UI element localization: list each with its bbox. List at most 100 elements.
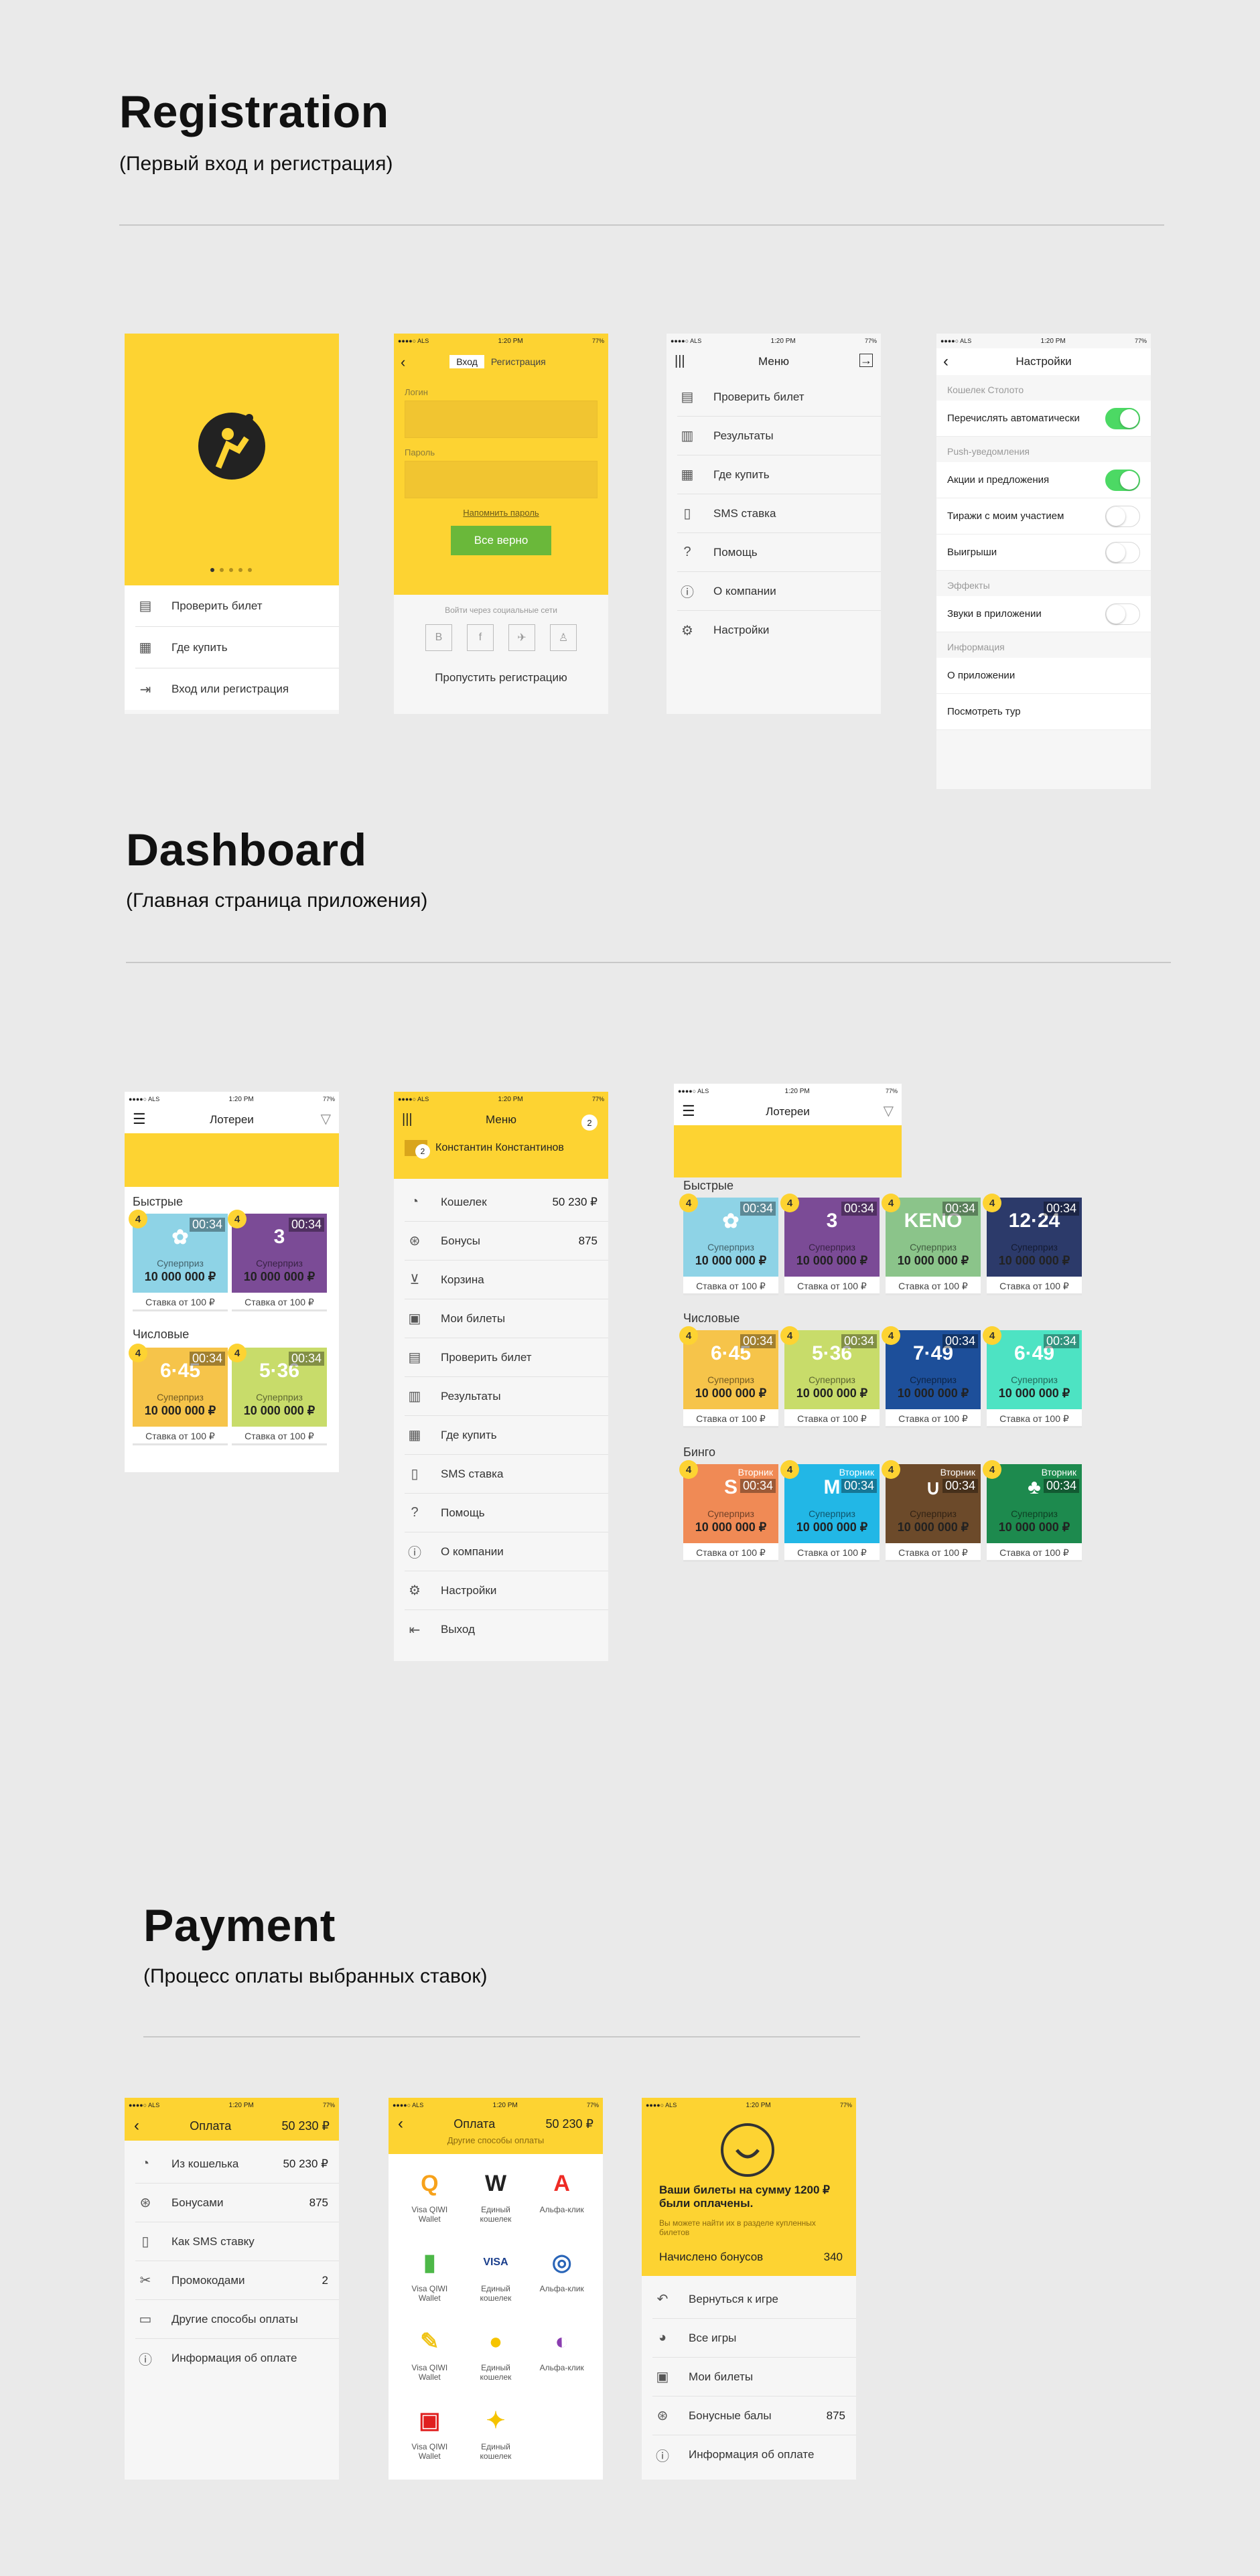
lottery-card[interactable]: ∪ Вторник 00:34 4 Суперприз 10 000 000 ₽ Ставк…: [882, 1460, 981, 1563]
bet-button[interactable]: Ставка от 100 ₽: [784, 1277, 880, 1295]
lottery-card[interactable]: 6·45 00:34 4 Суперприз 10 000 000 ₽ Ставка от…: [679, 1326, 778, 1429]
bet-button[interactable]: Ставка от 100 ₽: [133, 1293, 228, 1311]
menu-row[interactable]: ▣ Мои билеты: [405, 1299, 608, 1338]
menu-row[interactable]: ? Помощь: [405, 1494, 608, 1532]
hamburger-icon[interactable]: ☰: [133, 1111, 146, 1128]
login-field[interactable]: [405, 401, 598, 438]
lottery-card[interactable]: ✿ 00:34 4 Суперприз 10 000 000 ₽ Ставка от 10…: [679, 1194, 778, 1297]
filter-icon[interactable]: ▽: [321, 1111, 331, 1127]
menu-row[interactable]: ▦ Где купить: [677, 455, 881, 494]
lottery-card[interactable]: 5·36 00:34 4 Суперприз 10 000 000 ₽ Ставка от…: [780, 1326, 880, 1429]
bet-button[interactable]: Ставка от 100 ₽: [886, 1409, 981, 1428]
tour-row[interactable]: Посмотреть тур: [936, 694, 1151, 730]
hamburger-icon[interactable]: ☰: [682, 1102, 695, 1120]
bet-button[interactable]: Ставка от 100 ₽: [133, 1427, 228, 1445]
bet-button[interactable]: Ставка от 100 ₽: [886, 1277, 981, 1295]
banner[interactable]: [125, 1133, 339, 1187]
menu-row[interactable]: ⊛ Бонусами 875: [135, 2184, 339, 2222]
payment-method[interactable]: ✎ Visa QIWI Wallet: [397, 2317, 463, 2396]
bet-button[interactable]: Ставка от 100 ₽: [784, 1543, 880, 1562]
menu-row[interactable]: ▣ Мои билеты: [652, 2358, 856, 2396]
menu-row[interactable]: ▯ Как SMS ставку: [135, 2222, 339, 2261]
menu-row[interactable]: ⓘ Информация об оплате: [652, 2435, 856, 2474]
menu-row[interactable]: ✂ Промокодами 2: [135, 2261, 339, 2300]
promo-toggle[interactable]: [1105, 469, 1140, 491]
menu-row[interactable]: ▤ Проверить билет: [405, 1338, 608, 1377]
lottery-card[interactable]: 7·49 00:34 4 Суперприз 10 000 000 ₽ Ставка от…: [882, 1326, 981, 1429]
menu-row[interactable]: ⊻ Корзина: [405, 1261, 608, 1299]
menu-row[interactable]: ▥ Результаты: [405, 1377, 608, 1416]
payment-method[interactable]: ● Единый кошелек: [463, 2317, 529, 2396]
payment-method[interactable]: ▣ Visa QIWI Wallet: [397, 2396, 463, 2476]
payment-method[interactable]: W Единый кошелек: [463, 2159, 529, 2238]
bet-button[interactable]: Ставка от 100 ₽: [683, 1277, 778, 1295]
lottery-card[interactable]: KENO 00:34 4 Суперприз 10 000 000 ₽ Ставка от…: [882, 1194, 981, 1297]
about-app-row[interactable]: О приложении: [936, 658, 1151, 694]
menu-row[interactable]: ▯ SMS ставка: [677, 494, 881, 533]
payment-method[interactable]: ◐ Альфа-клик: [529, 2317, 595, 2396]
menu-row[interactable]: ⚙ Настройки: [677, 611, 881, 650]
menu-row[interactable]: ▯ SMS ставка: [405, 1455, 608, 1494]
bet-button[interactable]: Ставка от 100 ₽: [987, 1543, 1082, 1562]
bet-button[interactable]: Ставка от 100 ₽: [886, 1543, 981, 1562]
menu-row[interactable]: ▤ Проверить билет: [677, 378, 881, 417]
bet-button[interactable]: Ставка от 100 ₽: [683, 1409, 778, 1428]
menu-row[interactable]: ⇥ Вход или регистрация: [135, 668, 339, 710]
back-icon[interactable]: ‹: [398, 2115, 403, 2133]
facebook-icon[interactable]: f: [467, 624, 494, 651]
cart-badge[interactable]: 2: [581, 1115, 598, 1131]
draws-toggle[interactable]: [1105, 505, 1140, 527]
wins-toggle[interactable]: [1105, 541, 1140, 563]
menu-row[interactable]: ◔ Кошелек 50 230 ₽: [405, 1183, 608, 1222]
menu-row[interactable]: ◔ Из кошелька 50 230 ₽: [135, 2145, 339, 2184]
lottery-card[interactable]: S Вторник 00:34 4 Суперприз 10 000 000 ₽ Ставк…: [679, 1460, 778, 1563]
bet-button[interactable]: Ставка от 100 ₽: [232, 1293, 327, 1311]
skip-registration-link[interactable]: Пропустить регистрацию: [394, 671, 608, 685]
lottery-card[interactable]: ✿ 00:34 4 Суперприз 10 000 000 ₽ Ставка от 10…: [129, 1210, 228, 1313]
menu-row[interactable]: ↶ Вернуться к игре: [652, 2280, 856, 2319]
tab-login[interactable]: Вход: [449, 355, 484, 368]
lottery-card[interactable]: 3 00:34 4 Суперприз 10 000 000 ₽ Ставка от 10…: [780, 1194, 880, 1297]
lottery-card[interactable]: 12·24 00:34 4 Суперприз 10 000 000 ₽ Ставка о…: [983, 1194, 1082, 1297]
menu-row[interactable]: ▥ Результаты: [677, 417, 881, 455]
auto-transfer-toggle[interactable]: [1105, 407, 1140, 429]
twitter-icon[interactable]: ✈: [508, 624, 535, 651]
remind-password-link[interactable]: Напомнить пароль: [394, 508, 608, 518]
back-icon[interactable]: ‹: [134, 2117, 139, 2135]
payment-method[interactable]: Q Visa QIWI Wallet: [397, 2159, 463, 2238]
back-icon[interactable]: ‹: [401, 354, 405, 371]
submit-button[interactable]: Все верно: [451, 526, 551, 555]
bet-button[interactable]: Ставка от 100 ₽: [987, 1409, 1082, 1428]
menu-row[interactable]: ⓘ О компании: [405, 1532, 608, 1571]
menu-row[interactable]: ? Помощь: [677, 533, 881, 572]
banner[interactable]: [674, 1125, 902, 1177]
lottery-card[interactable]: 6·45 00:34 4 Суперприз 10 000 000 ₽ Ставка от…: [129, 1344, 228, 1447]
menu-handle-icon[interactable]: |||: [402, 1112, 413, 1127]
payment-method[interactable]: VISA Единый кошелек: [463, 2238, 529, 2317]
user-row[interactable]: 2 Константин Константинов: [394, 1133, 608, 1163]
menu-handle-icon[interactable]: |||: [675, 354, 685, 369]
filter-icon[interactable]: ▽: [884, 1102, 894, 1119]
page-dots[interactable]: [210, 568, 252, 572]
menu-row[interactable]: ⓘ О компании: [677, 572, 881, 611]
menu-row[interactable]: ▤ Проверить билет: [135, 585, 339, 627]
menu-row[interactable]: ⓘ Информация об оплате: [135, 2339, 339, 2378]
menu-row[interactable]: ⇤ Выход: [405, 1610, 608, 1649]
lottery-card[interactable]: 5·36 00:34 4 Суперприз 10 000 000 ₽ Ставка от…: [228, 1344, 327, 1447]
payment-method[interactable]: ✦ Единый кошелек: [463, 2396, 529, 2476]
bet-button[interactable]: Ставка от 100 ₽: [683, 1543, 778, 1562]
bet-button[interactable]: Ставка от 100 ₽: [232, 1427, 327, 1445]
login-icon[interactable]: →: [859, 354, 873, 367]
menu-row[interactable]: ⊛ Бонусы 875: [405, 1222, 608, 1261]
menu-row[interactable]: ▦ Где купить: [135, 627, 339, 668]
bet-button[interactable]: Ставка от 100 ₽: [987, 1277, 1082, 1295]
menu-row[interactable]: ▭ Другие способы оплаты: [135, 2300, 339, 2339]
lottery-card[interactable]: ♣ Вторник 00:34 4 Суперприз 10 000 000 ₽ Ставк…: [983, 1460, 1082, 1563]
menu-row[interactable]: ◕ Все игры: [652, 2319, 856, 2358]
password-field[interactable]: [405, 461, 598, 498]
payment-method[interactable]: А Альфа-клик: [529, 2159, 595, 2238]
payment-method[interactable]: ▮ Visa QIWI Wallet: [397, 2238, 463, 2317]
payment-method[interactable]: ◎ Альфа-клик: [529, 2238, 595, 2317]
odnoklassniki-icon[interactable]: ♙: [550, 624, 577, 651]
lottery-card[interactable]: 3 00:34 4 Суперприз 10 000 000 ₽ Ставка от 10…: [228, 1210, 327, 1313]
